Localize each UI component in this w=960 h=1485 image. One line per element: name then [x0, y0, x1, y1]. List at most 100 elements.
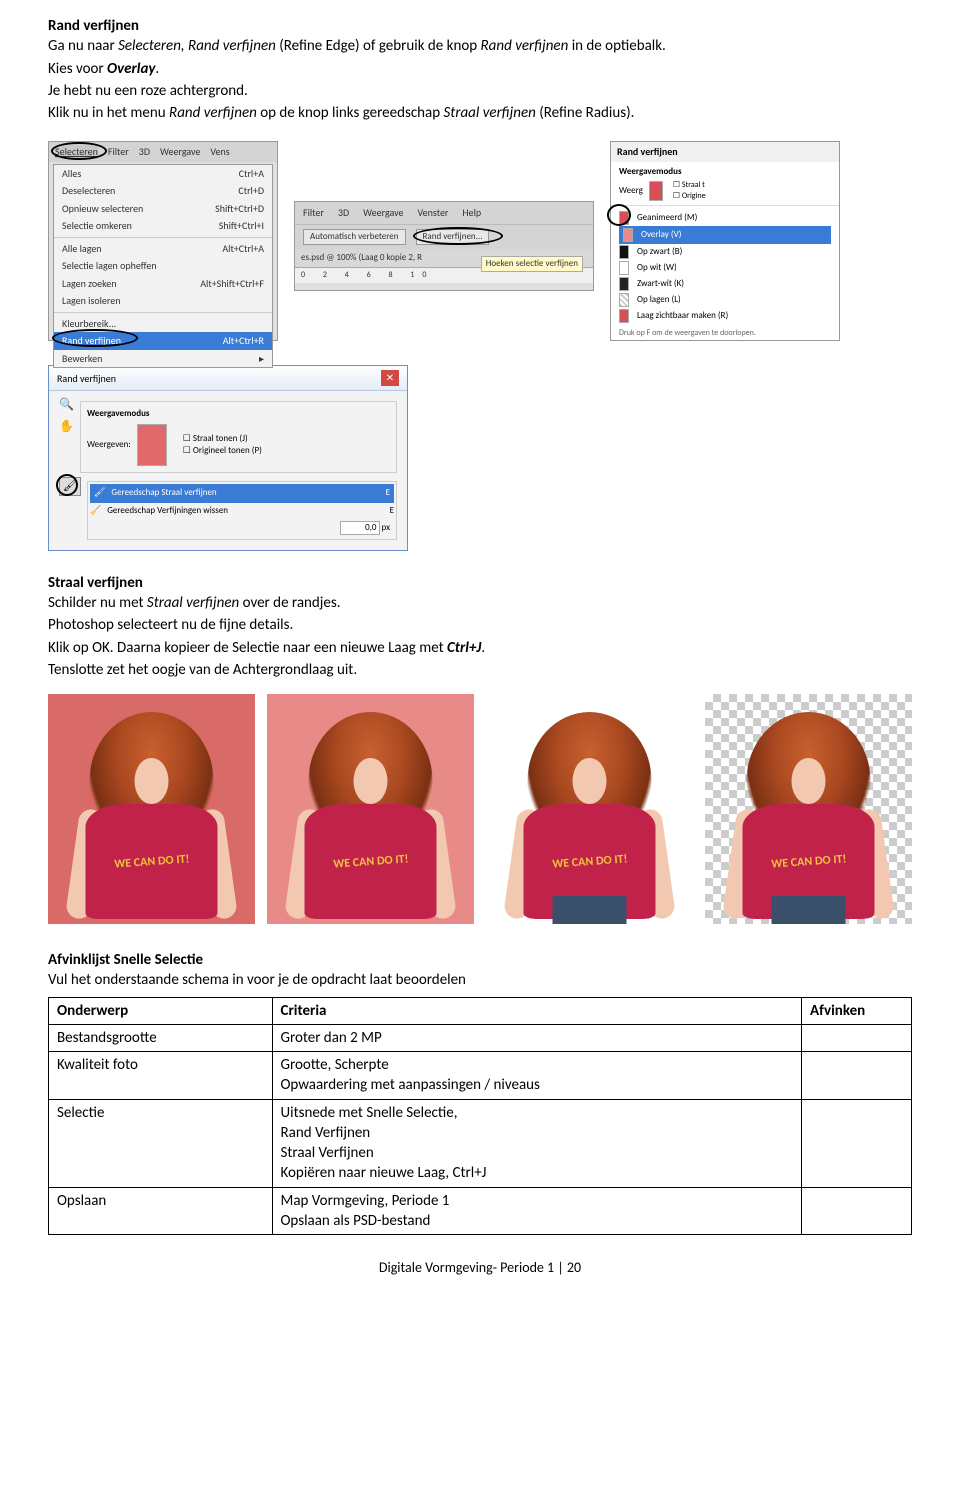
t: .	[155, 60, 159, 78]
l: Kleurbereik...	[62, 317, 116, 331]
screenshot-refine-panel: Rand verfijnen Weergavemodus Weerg ☐ Str…	[610, 141, 840, 341]
l: Bewerken	[62, 352, 102, 366]
view-opt: Op zwart (B)	[619, 244, 831, 260]
t: Opwaardering met aanpassingen / niveaus	[281, 1075, 794, 1095]
cell-check	[802, 1052, 912, 1100]
t: Overlay	[107, 60, 155, 78]
t: Uitsnede met Snelle Selectie,	[281, 1103, 794, 1123]
m: 3D	[338, 206, 349, 220]
btn-auto: Automatisch verbeteren	[303, 229, 406, 245]
cell: Bestandsgrootte	[49, 1024, 273, 1051]
t: Ctrl+J	[447, 639, 481, 657]
hint: Druk op F om de weergaven te doorlopen.	[619, 328, 831, 339]
t: Grootte, Scherpte	[281, 1055, 794, 1075]
photo-stage-3: WE CAN DO IT!	[486, 694, 693, 924]
thumb-icon	[619, 277, 629, 291]
t: op de knop links gereedschap	[257, 104, 444, 122]
m: Filter	[108, 145, 129, 159]
ps-menubar2: Filter 3D Weergave Venster Help	[295, 202, 593, 224]
l: Gereedschap Verfijningen wissen	[107, 505, 383, 517]
para: Tenslotte zet het oogje van de Achtergro…	[48, 660, 912, 680]
view-opt: Laag zichtbaar maken (R)	[619, 308, 831, 324]
l: Rand verfijnen...	[423, 231, 483, 242]
heading-straal-verfijnen: Straal verfijnen	[48, 573, 912, 593]
field-unit: px	[382, 522, 390, 533]
l: Selectie lagen opheffen	[62, 259, 157, 273]
thumb-icon	[137, 424, 167, 466]
menu-item: Selectie lagen opheffen	[54, 257, 272, 275]
cell: Kwaliteit foto	[49, 1052, 273, 1100]
s: Alt+Shift+Ctrl+F	[200, 277, 264, 291]
view-opt: Op wit (W)	[619, 260, 831, 276]
ps-menubar: Selecteren Filter 3D Weergave Vens	[49, 142, 277, 162]
l: Laag zichtbaar maken (R)	[637, 310, 728, 322]
t: Ga nu naar	[48, 37, 118, 55]
para: Vul het onderstaande schema in voor je d…	[48, 970, 912, 990]
photo-stage-2: WE CAN DO IT!	[267, 694, 474, 924]
cb: ☐ Origine	[673, 191, 706, 202]
l: Alle lagen	[62, 242, 102, 256]
t: in de optiebalk.	[568, 37, 666, 55]
para: Schilder nu met Straal verfijnen over de…	[48, 593, 912, 613]
zoom-icon: 🔍	[59, 397, 74, 413]
cell-check	[802, 1099, 912, 1187]
para: Klik op OK. Daarna kopieer de Selectie n…	[48, 638, 912, 658]
cell-check	[802, 1187, 912, 1235]
shirt-text: WE CAN DO IT!	[328, 838, 413, 885]
view-opt: Op lagen (L)	[619, 292, 831, 308]
l: Origineel tonen (P)	[193, 445, 262, 456]
screenshot-menu: Selecteren Filter 3D Weergave Vens Alles…	[48, 141, 278, 341]
t: Rand Verfijnen	[281, 1123, 794, 1143]
group-label: Weergavemodus	[619, 166, 831, 178]
l: Straal tonen (J)	[193, 433, 248, 444]
menu-item: Alle lagenAlt+Ctrl+A	[54, 237, 272, 258]
k: E	[390, 505, 394, 517]
m: Vens	[210, 145, 229, 159]
t: Groter dan 2 MP	[281, 1029, 382, 1047]
t: (Refine Edge) of gebruik de knop	[276, 37, 481, 55]
heading-rand-verfijnen: Rand verfijnen	[48, 16, 912, 36]
l: Rand verfijnen...	[62, 334, 129, 348]
para: Photoshop selecteert nu de fijne details…	[48, 615, 912, 635]
m: 3D	[139, 145, 150, 159]
para-4: Klik nu in het menu Rand verfijnen op de…	[48, 103, 912, 123]
m: Help	[462, 206, 481, 220]
tooltip: Hoeken selectie verfijnen	[481, 256, 583, 272]
l: Straal t	[682, 180, 705, 190]
view-opt: Zwart-wit (K)	[619, 276, 831, 292]
t: Straal verfijnen	[147, 594, 239, 612]
view-opt-highlighted: Overlay (V)	[619, 226, 831, 244]
thumb-icon	[619, 293, 629, 307]
cell: Map Vormgeving, Periode 1 Opslaan als PS…	[272, 1187, 802, 1235]
th-onderwerp: Onderwerp	[49, 997, 273, 1024]
btn-rand-verfijnen: Rand verfijnen...	[416, 229, 490, 245]
ps-optbar: Automatisch verbeteren Rand verfijnen...	[295, 224, 593, 249]
thumb-icon	[619, 261, 629, 275]
t: Klik nu in het menu	[48, 104, 169, 122]
tool-row: 🧹 Gereedschap Verfijningen wissen E	[90, 503, 394, 519]
menu-item: Kleurbereik...	[54, 312, 272, 333]
s: Alt+Ctrl+R	[223, 334, 264, 348]
view-opt: Geanimeerd (M)	[619, 210, 831, 226]
photo-row: WE CAN DO IT! WE CAN DO IT! WE CAN DO IT…	[48, 694, 912, 924]
t: Straal verfijnen	[444, 104, 536, 122]
l: Opnieuw selecteren	[62, 202, 143, 216]
cell: Grootte, Scherpte Opwaardering met aanpa…	[272, 1052, 802, 1100]
shirt-text: WE CAN DO IT!	[766, 838, 851, 885]
eraser-icon: 🧹	[90, 505, 101, 517]
cell: Selectie	[49, 1099, 273, 1187]
l: Op lagen (L)	[637, 294, 681, 306]
s: Shift+Ctrl+D	[215, 202, 264, 216]
heading-afvinklijst: Afvinklijst Snelle Selectie	[48, 950, 912, 970]
close-icon: ✕	[381, 370, 399, 386]
thumb-icon	[619, 309, 629, 323]
menu-item-highlighted: Rand verfijnen... Alt+Ctrl+R	[54, 332, 272, 350]
s: Ctrl+D	[238, 184, 264, 198]
m: Weergave	[363, 206, 403, 220]
photo-stage-4: WE CAN DO IT!	[705, 694, 912, 924]
l: Geanimeerd (M)	[637, 212, 697, 224]
t: Kopiëren naar nieuwe Laag, Ctrl+J	[281, 1163, 794, 1183]
group-label: Weergavemodus	[87, 408, 390, 420]
footer: Digitale Vormgeving- Periode 1 | 20	[48, 1259, 912, 1278]
cell: Opslaan	[49, 1187, 273, 1235]
